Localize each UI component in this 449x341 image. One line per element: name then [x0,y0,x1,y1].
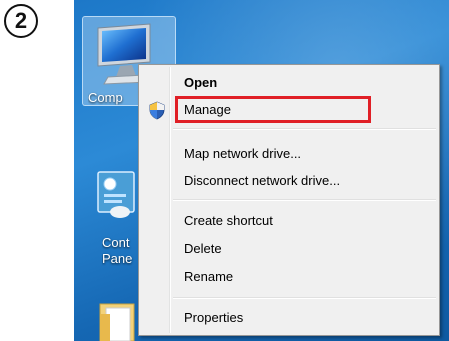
menu-item-label: Disconnect network drive... [184,173,341,188]
menu-item-map-network-drive[interactable]: Map network drive... [142,141,436,167]
menu-item-label: Rename [184,269,234,284]
desktop-icon-label-control-panel-line1[interactable]: Cont [102,235,138,250]
menu-item-properties[interactable]: Properties [142,305,436,331]
folder-icon[interactable] [96,300,140,341]
menu-item-label: Properties [184,310,244,325]
menu-separator [173,128,436,130]
menu-separator [173,297,436,299]
menu-item-delete[interactable]: Delete [142,236,436,262]
menu-item-rename[interactable]: Rename [142,264,436,290]
manage-highlight-box [175,96,371,123]
menu-item-disconnect-network-drive[interactable]: Disconnect network drive... [142,168,436,194]
menu-separator [173,199,436,201]
menu-item-label: Create shortcut [184,213,273,228]
uac-shield-icon [149,101,165,120]
menu-item-label: Delete [184,241,222,256]
step-number: 2 [14,8,28,33]
menu-item-open[interactable]: Open [142,70,436,96]
step-number-badge: 2 [4,4,38,38]
menu-item-create-shortcut[interactable]: Create shortcut [142,208,436,234]
menu-item-label: Open [184,75,218,90]
desktop-icon-label-control-panel-line2[interactable]: Pane [102,251,138,266]
menu-item-label: Map network drive... [184,146,302,161]
control-panel-icon[interactable] [96,170,140,220]
